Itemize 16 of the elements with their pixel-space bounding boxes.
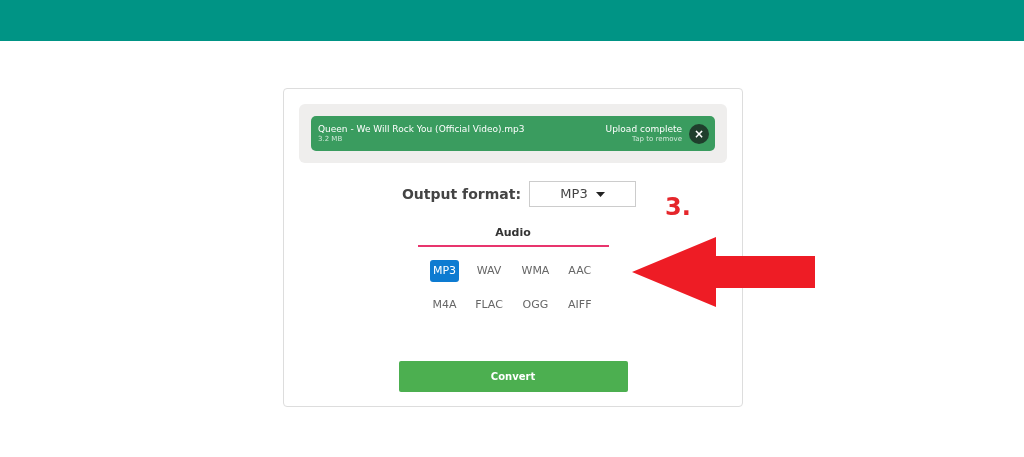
format-option[interactable]: AAC [565,259,595,282]
format-option[interactable]: WMA [518,259,553,282]
format-dropdown[interactable]: MP3 [529,181,637,207]
format-option[interactable]: OGG [519,294,552,317]
format-option[interactable]: AIFF [565,294,595,317]
group-heading: Audio [417,225,609,247]
format-option[interactable]: MP3 [429,259,460,282]
format-option[interactable]: WAV [473,259,505,282]
upload-status: Upload complete [605,123,682,135]
step-number: 3. [665,195,691,219]
file-name: Queen - We Will Rock You (Official Video).mp3 [318,123,526,135]
format-option[interactable]: M4A [429,294,460,317]
format-option[interactable]: FLAC [472,294,506,317]
caret-icon [595,191,605,197]
remove-button[interactable]: × [689,123,709,144]
output-format-label: Output format: [401,184,522,204]
